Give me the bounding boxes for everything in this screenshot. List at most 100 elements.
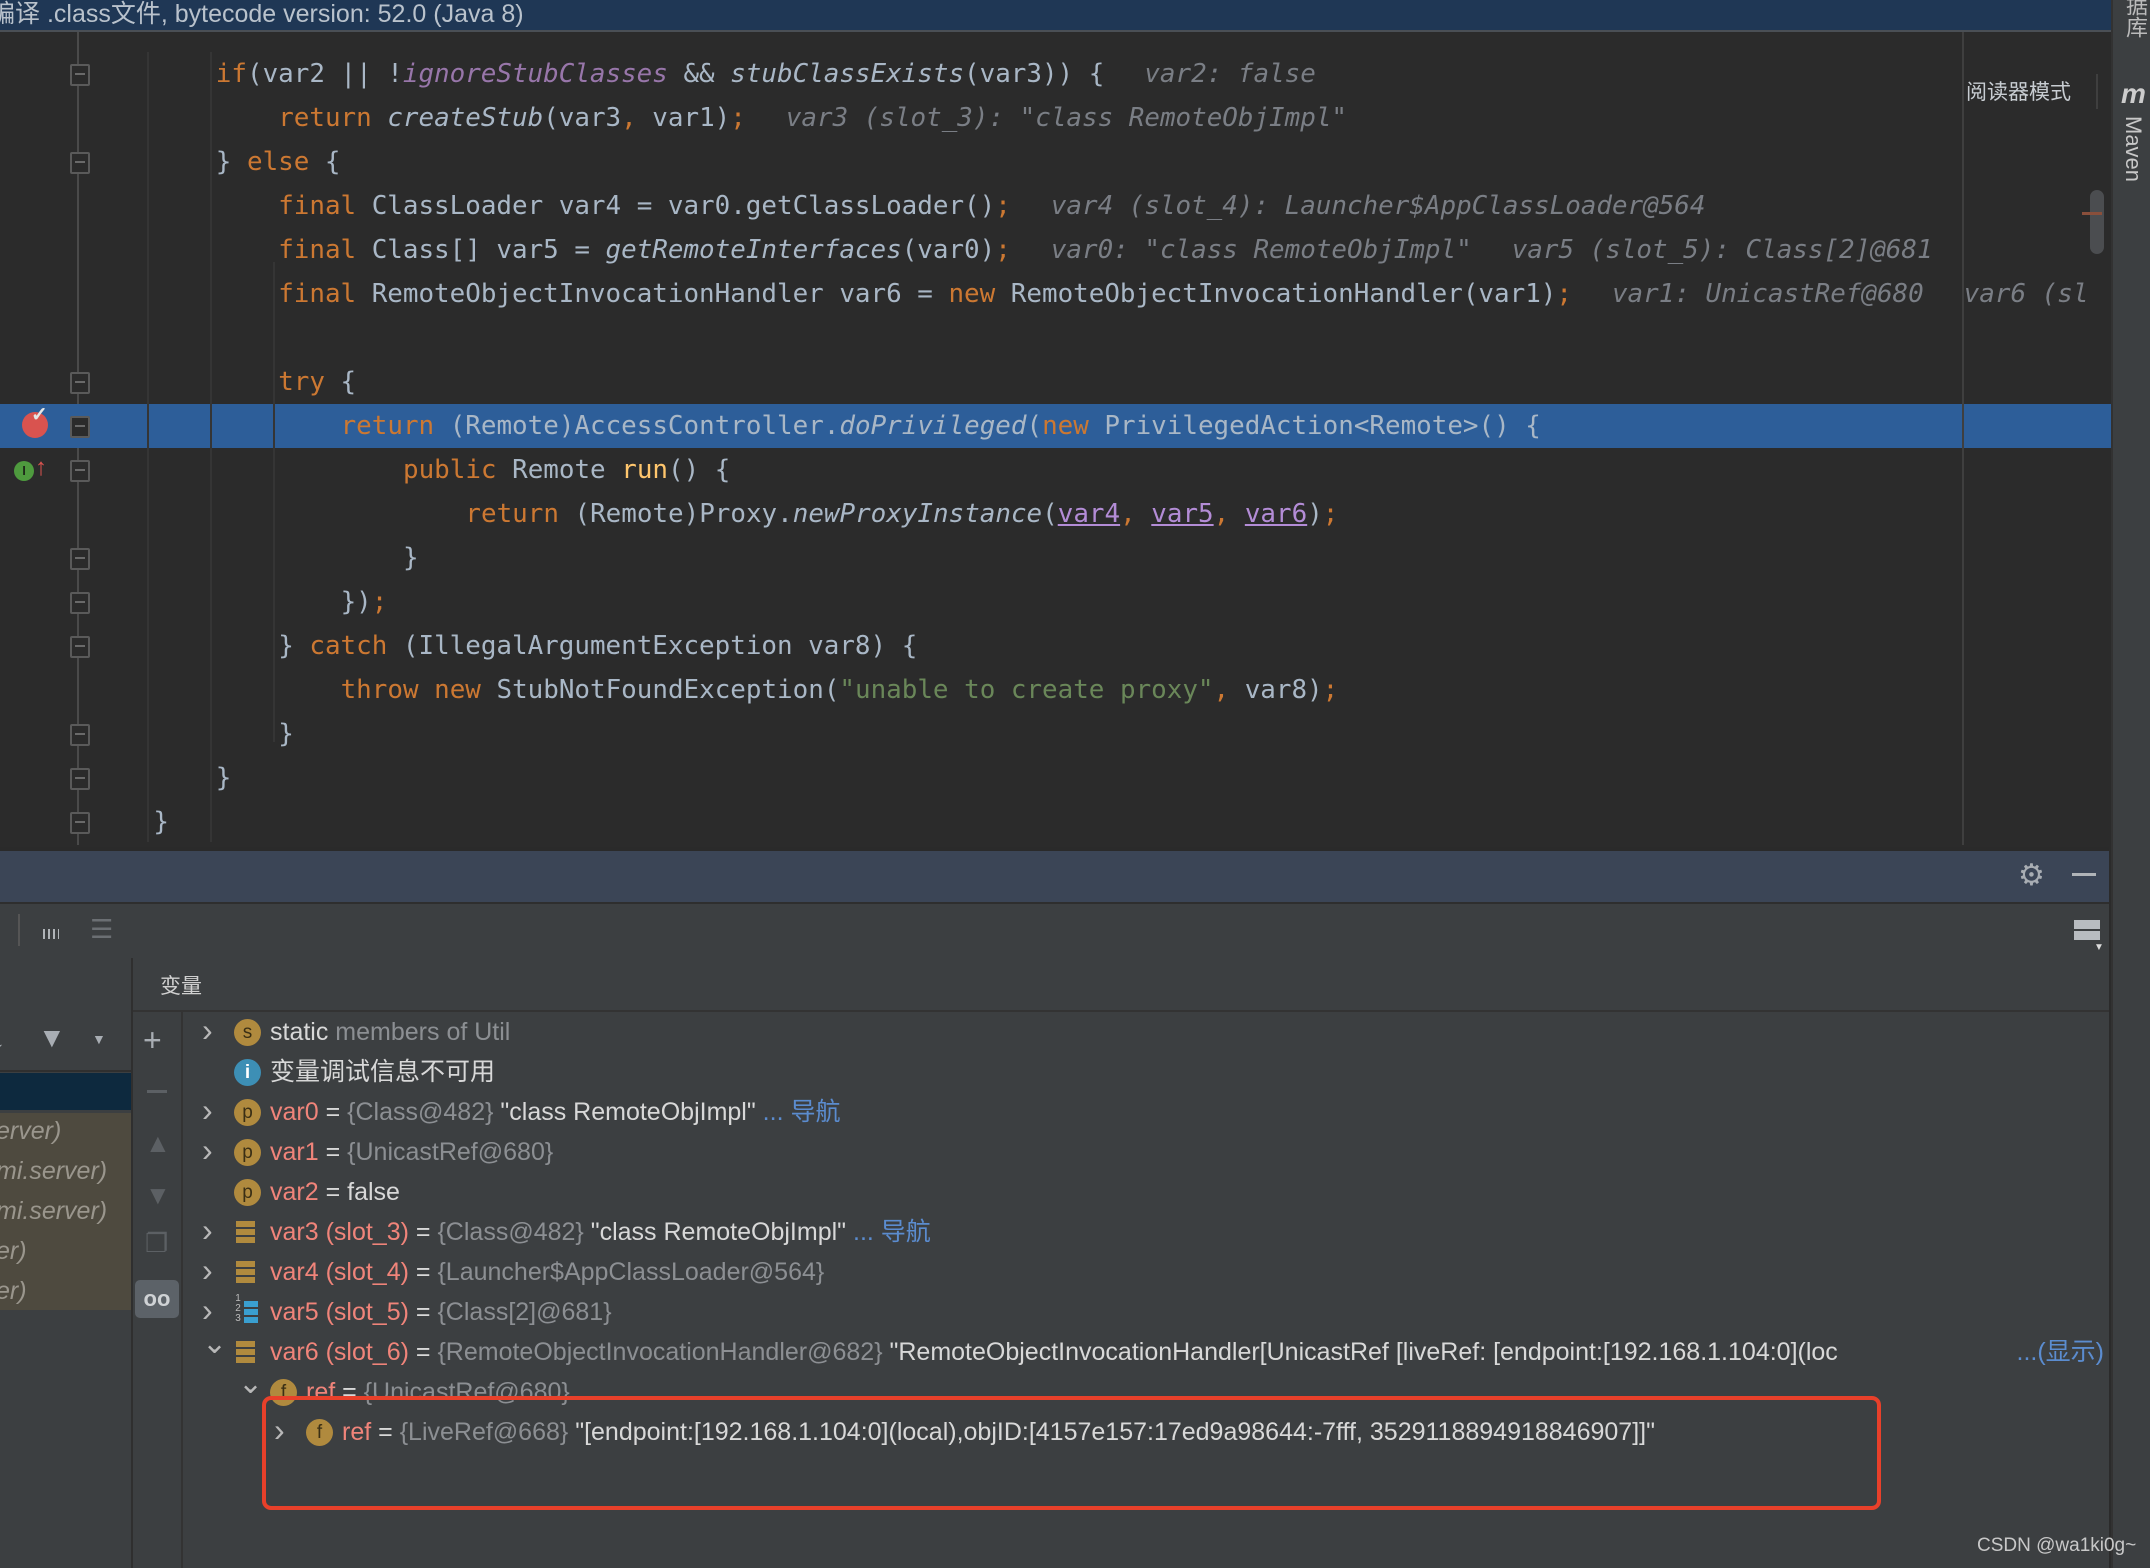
implements-icon[interactable]: I	[14, 461, 34, 481]
chevron-right-icon[interactable]: ›	[202, 1252, 213, 1290]
chevron-down-icon[interactable]: ▼	[2094, 942, 2104, 953]
fold-icon[interactable]	[70, 724, 90, 746]
code-text: throw new StubNotFoundException("unable …	[341, 668, 1339, 712]
fold-icon[interactable]	[70, 592, 90, 614]
database-tab[interactable]: 据库	[2119, 0, 2150, 38]
threads-icon[interactable]: ☰	[90, 916, 113, 942]
fold-icon[interactable]	[70, 460, 90, 482]
filter-icon[interactable]: ▼	[38, 1024, 66, 1052]
code-token[interactable]: var5	[1151, 499, 1213, 529]
show-full-value-link[interactable]: ...(显示)	[2016, 1332, 2104, 1372]
frame-item[interactable]: mi.server)	[0, 1157, 107, 1186]
breakpoint-icon[interactable]: ✓	[22, 404, 48, 438]
variable-row[interactable]: › p var0 = {Class@482} "class RemoteObjImp…	[190, 1092, 2108, 1132]
variable-row[interactable]: › s static members of Util	[190, 1012, 2108, 1052]
code-line[interactable]: } catch (IllegalArgumentException var8) …	[0, 624, 2111, 668]
variable-row[interactable]: › p var1 = {UnicastRef@680}	[190, 1132, 2108, 1172]
variable-row[interactable]: › var3 (slot_3) = {Class@482} "class Remo…	[190, 1212, 2108, 1252]
variable-type: {RemoteObjectInvocationHandler@682}	[437, 1338, 883, 1366]
code-line[interactable]: public Remote run() {	[0, 448, 2111, 492]
local-variable-icon	[234, 1339, 256, 1366]
navigate-link[interactable]: ... 导航	[756, 1098, 841, 1126]
code-editor[interactable]: if(var2 || !ignoreStubClasses && stubCla…	[0, 32, 2111, 845]
maven-icon[interactable]: m	[2121, 78, 2146, 110]
variable-row[interactable]: i 变量调试信息不可用	[190, 1052, 2108, 1092]
code-token: new	[1042, 411, 1089, 441]
chevron-right-icon[interactable]: ›	[202, 1132, 213, 1170]
chevron-right-icon[interactable]: ›	[202, 1292, 213, 1330]
inline-value-hint: var0: "class RemoteObjImpl"	[1050, 235, 1472, 265]
code-token: (var3)) {	[964, 59, 1105, 89]
fold-icon[interactable]	[70, 548, 90, 570]
code-token[interactable]: var4	[1058, 499, 1120, 529]
variable-row[interactable]: ⌄ var6 (slot_6) = {RemoteObjectInvocation…	[190, 1332, 2108, 1372]
code-token: doPrivileged	[839, 411, 1027, 441]
move-down-icon[interactable]: ▼	[145, 1182, 171, 1208]
gear-icon[interactable]: ⚙	[2018, 861, 2045, 891]
variable-text: var3 (slot_3) = {Class@482} "class Remot…	[270, 1212, 931, 1252]
chevron-down-icon[interactable]: ⌄	[238, 1372, 263, 1404]
fold-icon[interactable]	[70, 812, 90, 834]
remove-watch-icon[interactable]	[147, 1090, 167, 1093]
code-line[interactable]: return (Remote)Proxy.newProxyInstance(va…	[0, 492, 2111, 536]
code-line[interactable]: try {	[0, 360, 2111, 404]
variable-type: members of Util	[328, 1018, 511, 1046]
copy-icon[interactable]: ❐	[145, 1230, 168, 1256]
chevron-down-icon[interactable]: ▼	[92, 1032, 106, 1046]
code-token[interactable]: var6	[1245, 499, 1307, 529]
chevron-down-icon[interactable]: ⌄	[202, 1332, 227, 1364]
code-line[interactable]: }	[0, 800, 2111, 844]
scrollbar[interactable]	[2090, 190, 2104, 254]
code-token: ,	[1213, 675, 1230, 705]
step-icon[interactable]: ↓	[0, 1026, 5, 1052]
minimize-icon[interactable]	[2072, 873, 2096, 876]
fold-icon[interactable]	[70, 64, 90, 86]
code-token: ;	[995, 235, 1011, 265]
frame-item[interactable]: er)	[0, 1277, 27, 1306]
navigate-link[interactable]: ... 导航	[846, 1218, 931, 1246]
code-line[interactable]: final RemoteObjectInvocationHandler var6…	[0, 272, 2111, 316]
chevron-right-icon[interactable]: ›	[202, 1012, 213, 1050]
variable-row[interactable]: › 1 2 3 var5 (slot_5) = {Class[2]@681}	[190, 1292, 2108, 1332]
reader-mode-button[interactable]: 阅读器模式	[1966, 76, 2071, 106]
glasses-icon[interactable]: oo	[135, 1280, 179, 1318]
maven-tab[interactable]: Maven	[2120, 116, 2146, 182]
evaluate-calculator-icon[interactable]	[40, 918, 62, 942]
fold-icon[interactable]	[70, 416, 90, 438]
code-line[interactable]: if(var2 || !ignoreStubClasses && stubCla…	[0, 52, 2111, 96]
code-line[interactable]: }	[0, 712, 2111, 756]
fold-icon[interactable]	[70, 768, 90, 790]
code-token: (var0)	[901, 235, 996, 265]
local-variable-icon	[234, 1219, 256, 1246]
variables-side-toolbar: + ▲ ▼ ❐ oo	[133, 1012, 183, 1568]
code-line[interactable]: throw new StubNotFoundException("unable …	[0, 668, 2111, 712]
parameter-icon: p	[234, 1099, 261, 1126]
code-line[interactable]	[0, 316, 2111, 360]
code-line[interactable]: return createStub(var3, var1); var3 (slot…	[0, 96, 2111, 140]
fold-icon[interactable]	[70, 372, 90, 394]
fold-icon[interactable]	[70, 152, 90, 174]
chevron-right-icon[interactable]: ›	[202, 1092, 213, 1130]
chevron-right-icon[interactable]: ›	[202, 1212, 213, 1250]
code-line[interactable]: }	[0, 756, 2111, 800]
frame-selected[interactable]	[0, 1073, 131, 1110]
move-up-icon[interactable]: ▲	[145, 1130, 171, 1156]
code-line-current[interactable]: return (Remote)AccessController.doPrivil…	[0, 404, 2111, 448]
code-text: });	[341, 580, 388, 624]
override-arrow-icon[interactable]: ↑	[35, 456, 47, 480]
code-line[interactable]: } else {	[0, 140, 2111, 184]
code-line[interactable]: final Class[] var5 = getRemoteInterfaces…	[0, 228, 2111, 272]
code-line[interactable]: }	[0, 536, 2111, 580]
code-line[interactable]: final ClassLoader var4 = var0.getClassLo…	[0, 184, 2111, 228]
variable-row[interactable]: › var4 (slot_4) = {Launcher$AppClassLoade…	[190, 1252, 2108, 1292]
add-watch-icon[interactable]: +	[143, 1024, 162, 1056]
code-token: StubNotFoundException(	[480, 675, 840, 705]
variable-row[interactable]: p var2 = false	[190, 1172, 2108, 1212]
layout-icon[interactable]	[2074, 920, 2100, 940]
frame-item[interactable]: erver)	[0, 1117, 61, 1146]
fold-icon[interactable]	[70, 636, 90, 658]
frame-item[interactable]: mi.server)	[0, 1197, 107, 1226]
code-line[interactable]: });	[0, 580, 2111, 624]
right-tool-strip: 据库 m Maven	[2111, 0, 2150, 1568]
frame-item[interactable]: er)	[0, 1237, 27, 1266]
